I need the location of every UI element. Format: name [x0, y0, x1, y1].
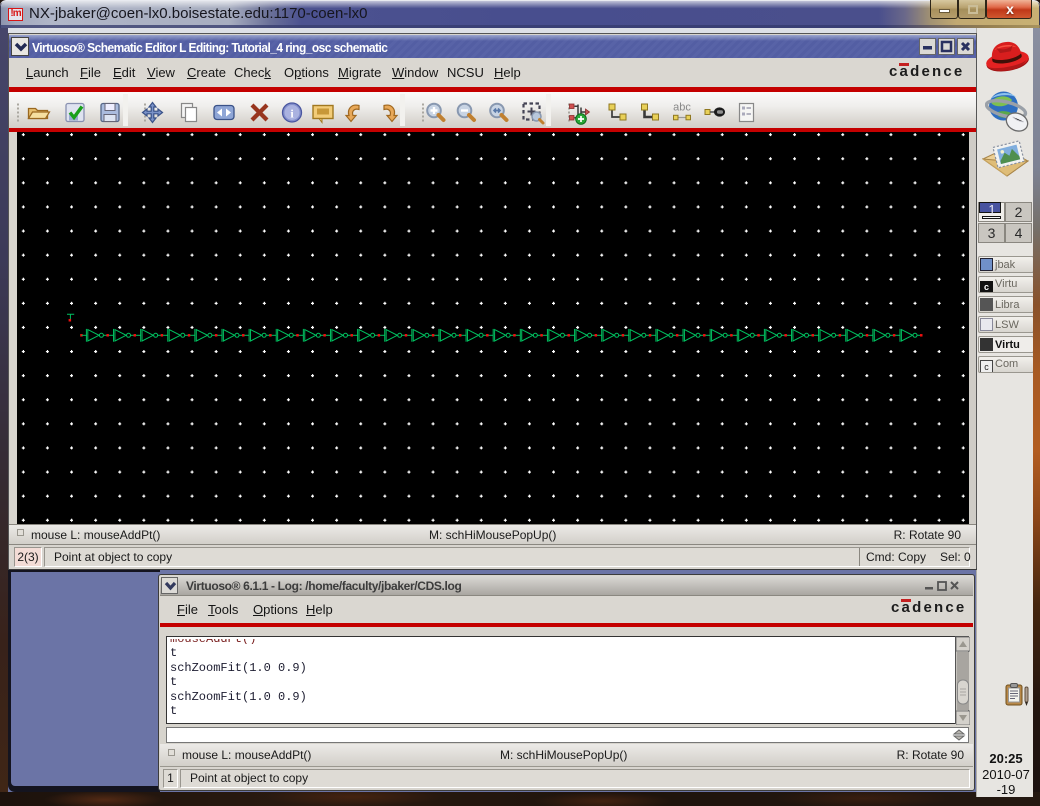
svg-text:abc: abc — [673, 102, 691, 114]
